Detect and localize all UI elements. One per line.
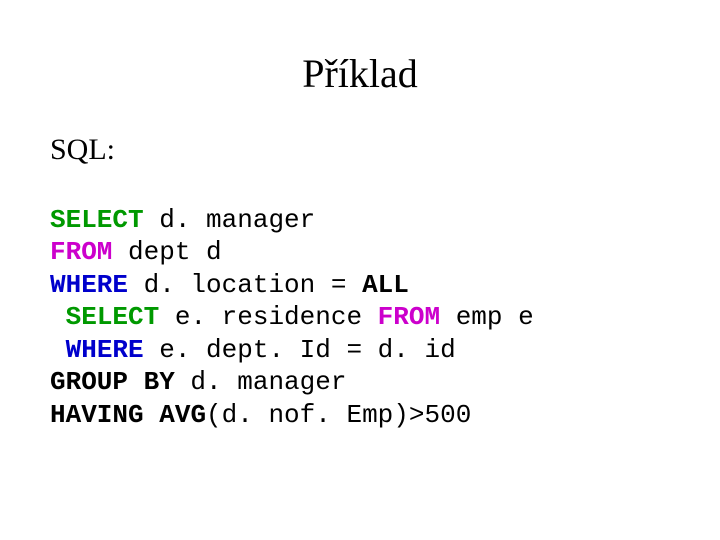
code-text: e. dept. Id = d. id: [144, 335, 456, 365]
code-text: [50, 335, 66, 365]
keyword-groupby: GROUP BY: [50, 367, 175, 397]
slide: Příklad SQL: SELECT d. manager FROM dept…: [0, 0, 720, 540]
keyword-having: HAVING: [50, 400, 144, 430]
code-line-3: WHERE d. location = ALL: [50, 270, 409, 300]
keyword-avg: AVG: [159, 400, 206, 430]
keyword-from: FROM: [50, 237, 112, 267]
code-line-7: HAVING AVG(d. nof. Emp)>500: [50, 400, 471, 430]
code-line-4: SELECT e. residence FROM emp e: [50, 302, 534, 332]
code-text: [144, 400, 160, 430]
sql-code-block: SELECT d. manager FROM dept d WHERE d. l…: [50, 171, 670, 431]
code-text: d. manager: [175, 367, 347, 397]
keyword-from: FROM: [378, 302, 440, 332]
code-text: d. location =: [128, 270, 362, 300]
keyword-select: SELECT: [50, 205, 144, 235]
keyword-where: WHERE: [50, 270, 128, 300]
code-line-1: SELECT d. manager: [50, 205, 315, 235]
code-line-5: WHERE e. dept. Id = d. id: [50, 335, 456, 365]
code-text: emp e: [440, 302, 534, 332]
keyword-all: ALL: [362, 270, 409, 300]
slide-title: Příklad: [50, 50, 670, 97]
code-text: dept d: [112, 237, 221, 267]
keyword-select: SELECT: [66, 302, 160, 332]
code-line-6: GROUP BY d. manager: [50, 367, 346, 397]
code-text: e. residence: [159, 302, 377, 332]
code-text: d. manager: [144, 205, 316, 235]
code-text: [50, 302, 66, 332]
code-line-2: FROM dept d: [50, 237, 222, 267]
sql-label: SQL:: [50, 133, 670, 167]
keyword-where: WHERE: [66, 335, 144, 365]
code-text: (d. nof. Emp)>500: [206, 400, 471, 430]
